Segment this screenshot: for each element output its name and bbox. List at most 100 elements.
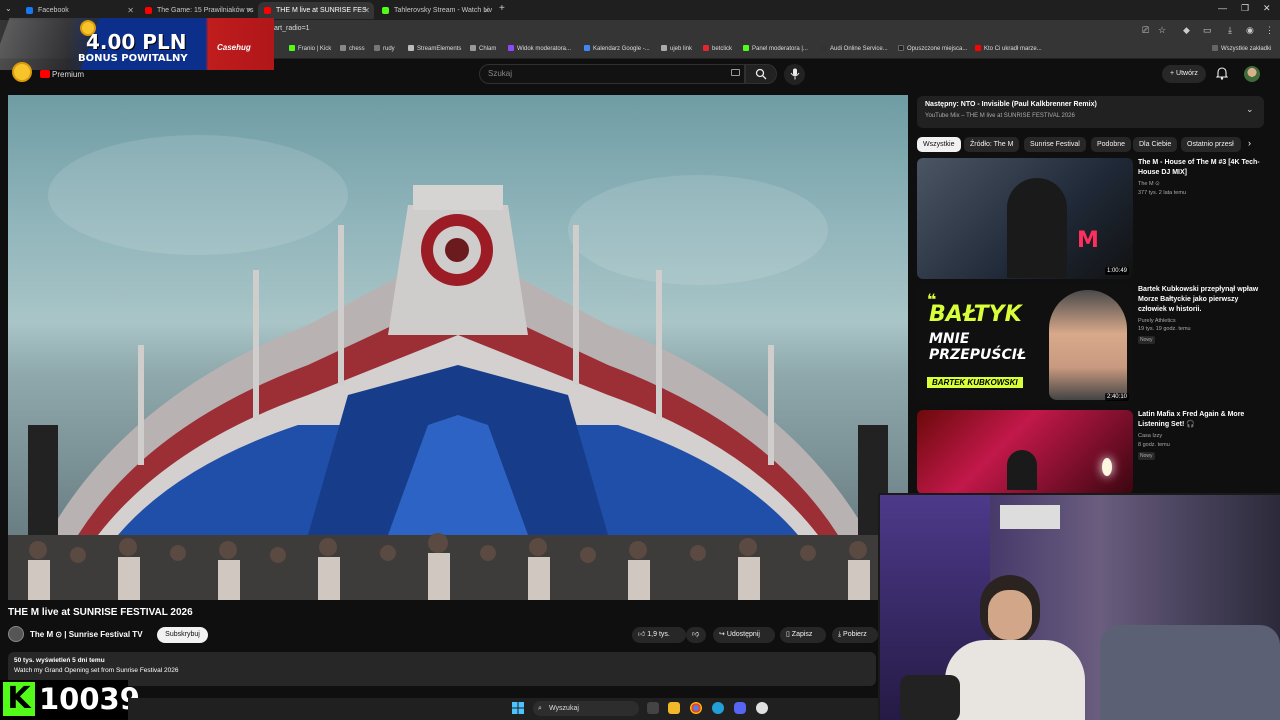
chip-all[interactable]: Wszystkie: [917, 137, 961, 152]
tab-the-m-live[interactable]: THE M live at SUNRISE FES ✕: [258, 2, 374, 19]
obs-icon[interactable]: [756, 702, 768, 714]
tab-label: The Game: 15 Prawilniaków vs: [157, 7, 254, 14]
shirt: [945, 640, 1085, 720]
bookmark-item[interactable]: chess: [340, 45, 365, 52]
chrome-icon[interactable]: [690, 702, 702, 714]
bookmark-item[interactable]: Widok moderatora...: [508, 45, 571, 52]
description-text: Watch my Grand Opening set from Sunrise …: [14, 667, 179, 674]
youtube-logo-icon[interactable]: [40, 70, 50, 78]
chevron-right-icon[interactable]: ›: [1248, 138, 1251, 148]
profile-icon[interactable]: ◉: [1246, 25, 1254, 36]
extension-icon[interactable]: ◆: [1183, 25, 1190, 36]
kick-icon: [289, 45, 295, 51]
bookmark-item[interactable]: Franio | Kick: [289, 45, 331, 52]
close-icon[interactable]: ✕: [483, 2, 490, 19]
telegram-icon[interactable]: [712, 702, 724, 714]
install-icon[interactable]: ⎚: [1142, 25, 1149, 36]
share-button[interactable]: ↪ Udostępnij: [713, 627, 775, 643]
star-icon[interactable]: ☆: [1158, 25, 1166, 36]
sidepanel-icon[interactable]: ▭: [1203, 25, 1212, 36]
thumb-text: BAŁTYK: [929, 302, 1022, 327]
next-up-title: Następny: NTO - Invisible (Paul Kalkbren…: [925, 101, 1097, 108]
webcam-overlay: [878, 493, 1280, 720]
bookmark-label: chess: [349, 46, 365, 52]
file-explorer-icon[interactable]: [668, 702, 680, 714]
bookmark-item[interactable]: Chlam: [470, 45, 496, 52]
new-badge: Nowy: [1138, 452, 1155, 460]
bookmark-item[interactable]: Panel moderatora |...: [743, 45, 808, 52]
recommendation-channel[interactable]: Purely Athletics: [1138, 317, 1176, 325]
bookmark-item[interactable]: ujeb link: [661, 45, 692, 52]
bookmark-item[interactable]: betclick: [703, 45, 732, 52]
chip-recently-uploaded[interactable]: Ostatnio przesł: [1181, 137, 1241, 152]
search-input[interactable]: Szukaj: [479, 64, 745, 84]
bookmark-item[interactable]: Opuszczone miejsca...: [898, 45, 967, 52]
video-player[interactable]: [8, 95, 908, 600]
search-icon: [755, 68, 767, 80]
thumb-text: MNIE: [929, 331, 970, 347]
avatar[interactable]: [1244, 66, 1260, 82]
chip-sunrise-festival[interactable]: Sunrise Festival: [1024, 137, 1086, 152]
create-button[interactable]: + Utwórz: [1162, 65, 1206, 83]
bookmark-label: Audi Online Service...: [830, 46, 888, 52]
tab-the-game[interactable]: The Game: 15 Prawilniaków vs ✕: [139, 2, 257, 19]
notifications-bell-icon[interactable]: [1216, 67, 1228, 80]
tab-tahlerovsky-stream[interactable]: Tahlerovsky Stream - Watch Liv ✕: [376, 2, 494, 19]
couch: [1100, 625, 1280, 720]
search-button[interactable]: [745, 64, 777, 84]
task-view-icon[interactable]: [647, 702, 659, 714]
downloads-icon[interactable]: ⤓: [1228, 25, 1232, 36]
menu-icon[interactable]: ⋮: [1265, 25, 1274, 36]
close-icon[interactable]: ✕: [127, 2, 134, 19]
taskbar-search[interactable]: ⌕ Wyszukaj: [533, 701, 639, 716]
download-button[interactable]: ⤓ Pobierz: [832, 627, 878, 643]
recommendation-channel[interactable]: Casa Izzy: [1138, 432, 1162, 440]
person-face: [1049, 290, 1127, 400]
recommendation-thumbnail[interactable]: ❝ BAŁTYK MNIE PRZEPUŚCIŁ BARTEK KUBKOWSK…: [917, 284, 1133, 405]
new-tab-button[interactable]: +: [499, 3, 505, 14]
chip-source[interactable]: Źródło: The M: [964, 137, 1020, 152]
chip-for-you[interactable]: Dla Ciebie: [1133, 137, 1178, 152]
voice-search-button[interactable]: [784, 64, 805, 85]
keyboard-icon[interactable]: [731, 69, 740, 76]
discord-icon[interactable]: [734, 702, 746, 714]
chevron-down-icon[interactable]: ⌄: [1246, 104, 1254, 115]
windows-start-icon[interactable]: [512, 702, 524, 714]
promo-bonus: BONUS POWITALNY: [78, 53, 188, 64]
subscribe-button[interactable]: Subskrybuj: [157, 627, 208, 643]
all-bookmarks[interactable]: Wszystkie zakładki: [1212, 45, 1271, 52]
minimize-icon[interactable]: —: [1218, 3, 1227, 13]
chip-related[interactable]: Podobne: [1091, 137, 1132, 152]
close-icon[interactable]: ✕: [246, 2, 253, 19]
microphone-icon: [790, 68, 799, 80]
bookmark-item[interactable]: rudy: [374, 45, 395, 52]
tab-facebook[interactable]: Facebook ✕: [20, 2, 138, 19]
promo-amount: 4.00 PLN: [86, 30, 187, 54]
recommendation-title[interactable]: Bartek Kubkowski przepłynął wpław Morze …: [1138, 285, 1266, 315]
close-icon[interactable]: ✕: [363, 2, 370, 19]
recommendation-thumbnail[interactable]: M 1:00:49: [917, 158, 1133, 279]
close-window-icon[interactable]: ✕: [1263, 3, 1271, 14]
like-button[interactable]: 👍︎ 1,9 tys.: [632, 627, 686, 643]
bookmark-label: Franio | Kick: [298, 46, 332, 52]
bookmark-item[interactable]: StreamElements: [408, 45, 461, 52]
url-field[interactable]: tart_radio=1: [272, 25, 310, 32]
tab-label: Tahlerovsky Stream - Watch Liv: [394, 7, 493, 14]
channel-avatar[interactable]: [8, 626, 24, 642]
maximize-icon[interactable]: ❐: [1241, 3, 1249, 14]
recommendation-thumbnail[interactable]: [917, 410, 1133, 494]
recommendation-channel[interactable]: The M ⊙: [1138, 180, 1160, 188]
bookmark-item[interactable]: Kto Ci ukradł marze...: [975, 45, 1042, 52]
recommendation-title[interactable]: The M - House of The M #3 [4K Tech-House…: [1138, 158, 1266, 178]
bookmark-label: Kalendarz Google -...: [593, 46, 650, 52]
folder-icon: [374, 45, 380, 51]
bookmark-item[interactable]: Audi Online Service...: [821, 45, 888, 52]
dislike-button[interactable]: 👎︎: [686, 627, 706, 643]
bookmark-item[interactable]: Kalendarz Google -...: [584, 45, 650, 52]
recommendation-title[interactable]: Latin Mafia x Fred Again & More Listenin…: [1138, 410, 1266, 430]
tab-label: THE M live at SUNRISE FES: [276, 7, 367, 14]
viewer-count: 10039: [39, 682, 140, 716]
save-button[interactable]: ▯ Zapisz: [780, 627, 826, 643]
channel-name[interactable]: The M ⊙ | Sunrise Festival TV: [30, 630, 143, 639]
tab-list-chevron-icon[interactable]: ⌄: [5, 4, 12, 13]
